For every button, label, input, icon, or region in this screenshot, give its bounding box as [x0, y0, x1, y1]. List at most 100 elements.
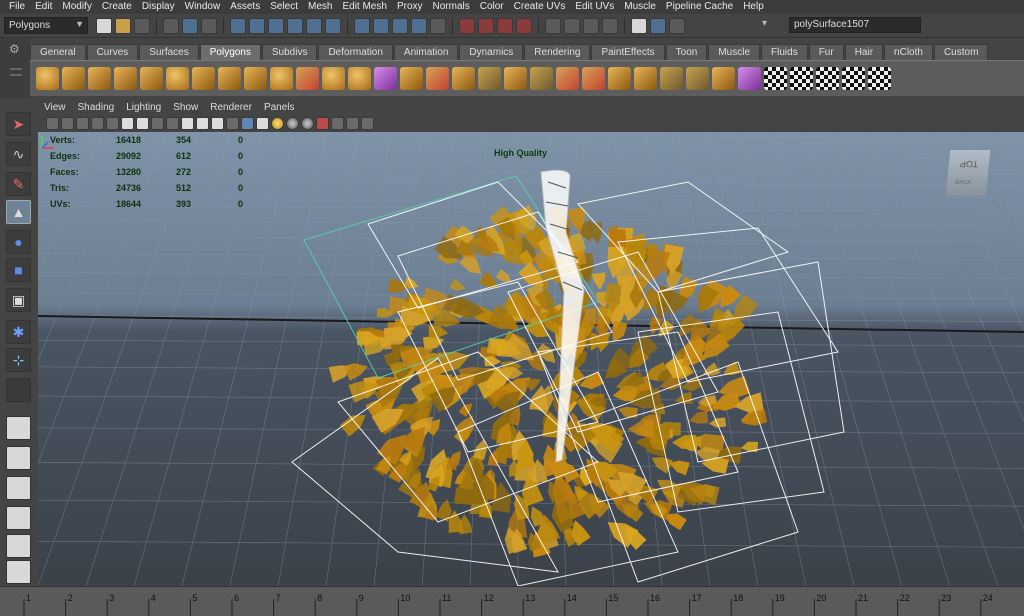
- separate-icon[interactable]: [322, 67, 345, 90]
- safe-title-icon[interactable]: [211, 117, 224, 130]
- perspective-viewport[interactable]: Verts: 16418 354 0 Edges: 29092 612 0 Faces: 1328…: [38, 132, 1024, 586]
- xray-icon[interactable]: [331, 117, 344, 130]
- shelf-tab-animation[interactable]: Animation: [393, 44, 459, 60]
- rotate-tool-button[interactable]: ●: [6, 230, 31, 254]
- poly-torus-icon[interactable]: [166, 67, 189, 90]
- smooth-proxy-icon[interactable]: [374, 67, 397, 90]
- mirror-geometry-icon[interactable]: [426, 67, 449, 90]
- move-tool-button[interactable]: ▲: [6, 200, 31, 224]
- script-editor-layout-button[interactable]: [6, 560, 31, 584]
- panel-menu-show[interactable]: Show: [173, 102, 198, 113]
- high-quality-icon[interactable]: [301, 117, 314, 130]
- shelf-tab-painteffects[interactable]: PaintEffects: [591, 44, 665, 60]
- panel-menu-view[interactable]: View: [44, 102, 66, 113]
- menu-item-mesh[interactable]: Mesh: [303, 0, 337, 14]
- extrude-icon[interactable]: [608, 67, 631, 90]
- shelf-tab-dynamics[interactable]: Dynamics: [459, 44, 524, 60]
- render-view-icon[interactable]: [545, 17, 561, 34]
- menu-item-window[interactable]: Window: [180, 0, 226, 14]
- select-object-icon[interactable]: [182, 17, 198, 34]
- xray-joints-icon[interactable]: [346, 117, 359, 130]
- camera-attributes-icon[interactable]: [61, 117, 74, 130]
- universal-manipulator-button[interactable]: ▣: [6, 288, 31, 312]
- new-scene-icon[interactable]: [96, 17, 112, 34]
- shelf-tab-rendering[interactable]: Rendering: [524, 44, 591, 60]
- select-tool-button[interactable]: ➤: [6, 112, 31, 136]
- channel-box-icon[interactable]: [631, 17, 647, 34]
- menu-item-create[interactable]: Create: [97, 0, 137, 14]
- cylindrical-mapping-icon[interactable]: [790, 67, 813, 90]
- append-polygon-icon[interactable]: [504, 67, 527, 90]
- offset-edge-loop-icon[interactable]: [582, 67, 605, 90]
- panel-menu-renderer[interactable]: Renderer: [210, 102, 252, 113]
- persp-outliner-layout-button[interactable]: [6, 476, 31, 500]
- menu-item-assets[interactable]: Assets: [225, 0, 265, 14]
- object-name-field[interactable]: polySurface1507: [789, 17, 921, 33]
- shelf-tab-ncloth[interactable]: nCloth: [884, 44, 933, 60]
- camera-select-icon[interactable]: [46, 117, 59, 130]
- select-component-icon[interactable]: [201, 17, 217, 34]
- poly-plane-icon[interactable]: [140, 67, 163, 90]
- bookmarks-icon[interactable]: [76, 117, 89, 130]
- pick-mask-5-icon[interactable]: [306, 17, 322, 34]
- shadows-icon[interactable]: [286, 117, 299, 130]
- fill-hole-icon[interactable]: [478, 67, 501, 90]
- shelf-tab-subdivs[interactable]: Subdivs: [261, 44, 318, 60]
- safe-action-icon[interactable]: [196, 117, 209, 130]
- panel-menu-lighting[interactable]: Lighting: [126, 102, 161, 113]
- field-chart-icon[interactable]: [181, 117, 194, 130]
- grid-icon[interactable]: [121, 117, 134, 130]
- snap-point-icon[interactable]: [392, 17, 408, 34]
- make-live-icon[interactable]: [430, 17, 446, 34]
- shelf-tab-deformation[interactable]: Deformation: [318, 44, 393, 60]
- name-field-filter-icon[interactable]: ▾: [762, 18, 782, 32]
- pick-mask-6-icon[interactable]: [325, 17, 341, 34]
- shelf-handle[interactable]: ⚙: [0, 38, 30, 98]
- bridge-icon[interactable]: [634, 67, 657, 90]
- menu-item-select[interactable]: Select: [265, 0, 303, 14]
- shelf-tab-custom[interactable]: Custom: [933, 44, 989, 60]
- poly-sphere-icon[interactable]: [36, 67, 59, 90]
- ipr-render-icon[interactable]: [583, 17, 599, 34]
- scale-tool-button[interactable]: ■: [6, 258, 31, 282]
- isolate-select-icon[interactable]: [316, 117, 329, 130]
- menu-item-proxy[interactable]: Proxy: [392, 0, 428, 14]
- snap-view-plane-icon[interactable]: [411, 17, 427, 34]
- planar-mapping-icon[interactable]: [764, 67, 787, 90]
- menu-item-muscle[interactable]: Muscle: [619, 0, 661, 14]
- menu-item-edit[interactable]: Edit: [30, 0, 57, 14]
- tool-settings-icon[interactable]: [669, 17, 685, 34]
- attribute-editor-icon[interactable]: [650, 17, 666, 34]
- poly-pipe-icon[interactable]: [244, 67, 267, 90]
- panel-menu-shading[interactable]: Shading: [78, 102, 115, 113]
- persp-graph-layout-button[interactable]: [6, 506, 31, 530]
- last-tool-button[interactable]: [6, 378, 31, 402]
- lasso-tool-button[interactable]: ∿: [6, 142, 31, 166]
- poly-cube-icon[interactable]: [62, 67, 85, 90]
- smooth-icon[interactable]: [400, 67, 423, 90]
- shelf-tab-fur[interactable]: Fur: [808, 44, 844, 60]
- wedge-faces-icon[interactable]: [686, 67, 709, 90]
- shelf-tab-curves[interactable]: Curves: [86, 44, 139, 60]
- menu-item-help[interactable]: Help: [738, 0, 769, 14]
- magnet-icon[interactable]: [516, 17, 532, 34]
- menu-item-pipeline-cache[interactable]: Pipeline Cache: [661, 0, 738, 14]
- bevel-icon[interactable]: [660, 67, 683, 90]
- paint-select-tool-button[interactable]: ✎: [6, 172, 31, 196]
- save-scene-icon[interactable]: [134, 17, 150, 34]
- shelf-tab-surfaces[interactable]: Surfaces: [139, 44, 199, 60]
- construction-history-icon[interactable]: [478, 17, 494, 34]
- poly-prism-icon[interactable]: [192, 67, 215, 90]
- pick-mask-4-icon[interactable]: [287, 17, 303, 34]
- menu-item-color[interactable]: Color: [475, 0, 509, 14]
- input-output-icon[interactable]: [497, 17, 513, 34]
- extract-icon[interactable]: [348, 67, 371, 90]
- render-settings-icon[interactable]: [602, 17, 618, 34]
- poly-cone-icon[interactable]: [114, 67, 137, 90]
- view-cube[interactable]: TOP BACK: [945, 150, 991, 196]
- insert-edge-loop-icon[interactable]: [556, 67, 579, 90]
- poke-faces-icon[interactable]: [712, 67, 735, 90]
- panel-menu-panels[interactable]: Panels: [264, 102, 295, 113]
- xray-components-icon[interactable]: [361, 117, 374, 130]
- pick-mask-2-icon[interactable]: [249, 17, 265, 34]
